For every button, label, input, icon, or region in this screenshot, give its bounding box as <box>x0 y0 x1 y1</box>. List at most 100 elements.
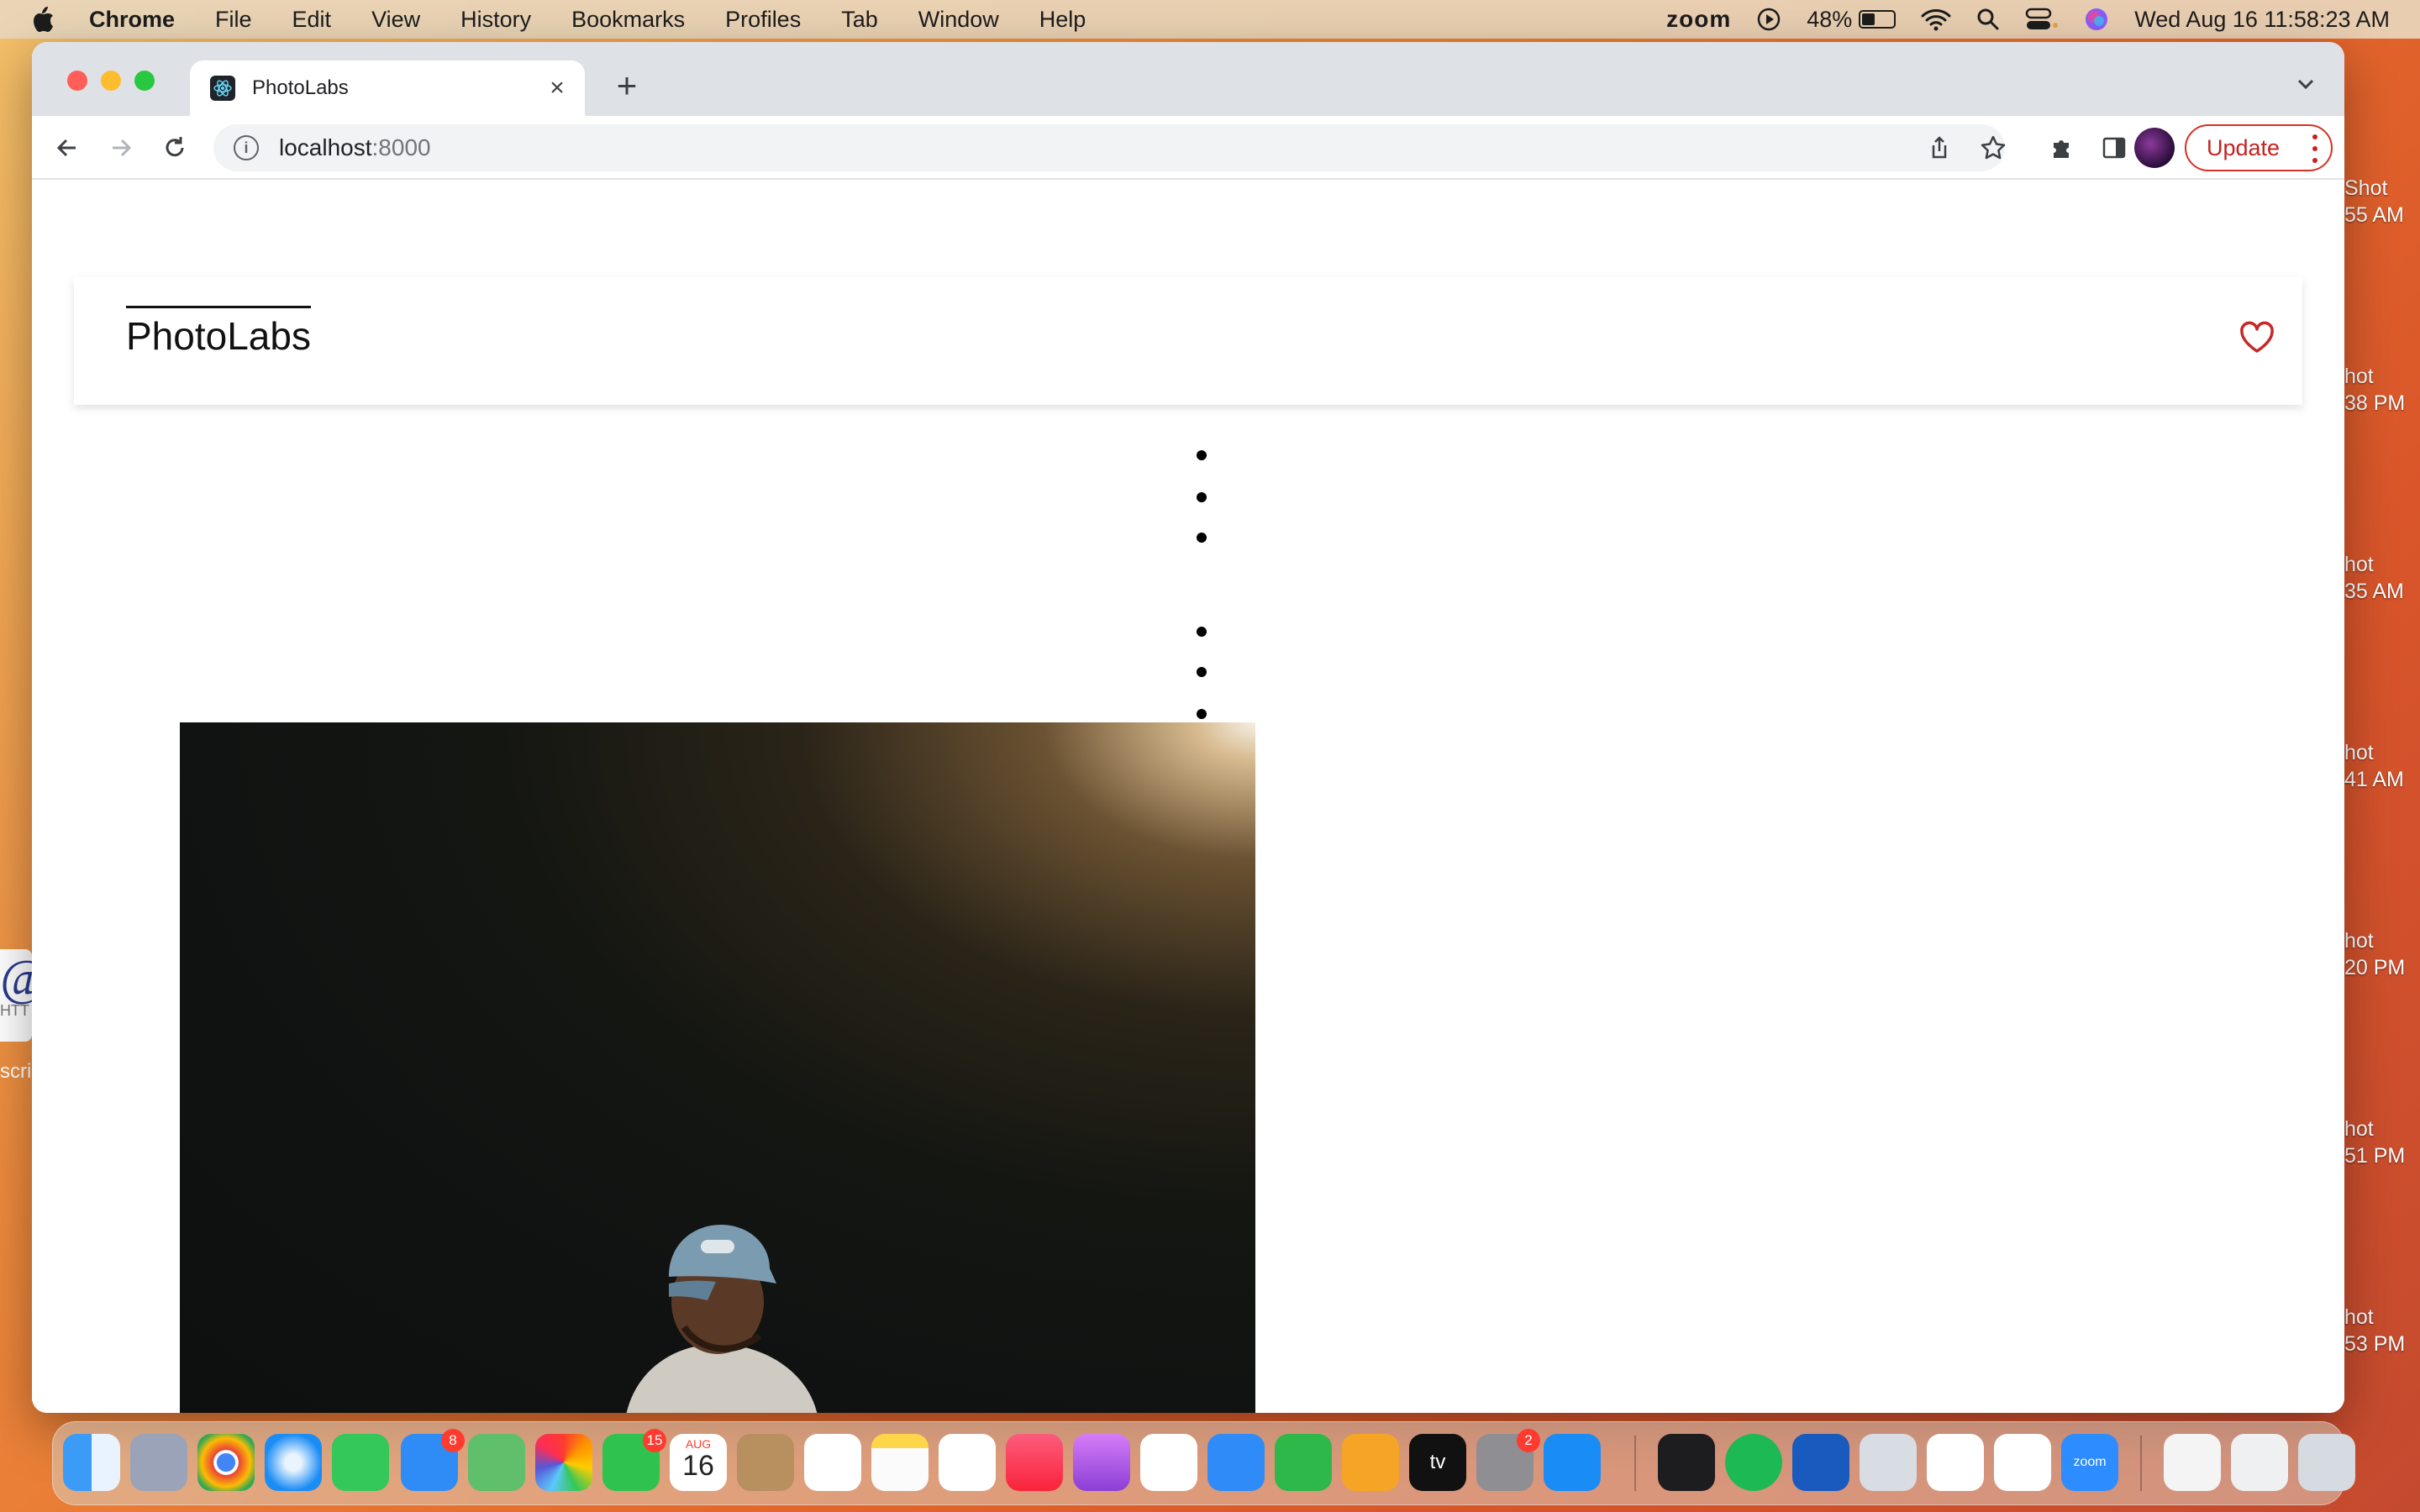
tab-photolabs[interactable]: PhotoLabs × <box>190 60 585 116</box>
photo-image[interactable] <box>180 722 1255 1413</box>
battery-status[interactable]: 48% <box>1807 7 1897 33</box>
pages-icon[interactable] <box>1342 1434 1399 1491</box>
spotlight-search-icon[interactable] <box>1976 8 2000 31</box>
maps-icon[interactable] <box>468 1434 525 1491</box>
menu-app-name[interactable]: Chrome <box>89 7 175 33</box>
bookmark-star-icon[interactable] <box>1976 131 2010 165</box>
menu-view[interactable]: View <box>371 7 420 33</box>
wifi-icon[interactable] <box>1921 8 1951 31</box>
desktop-file[interactable]: Shot 55 AM <box>2344 175 2420 228</box>
trash-icon[interactable] <box>2298 1434 2355 1491</box>
news-icon[interactable] <box>1140 1434 1197 1491</box>
facetime-icon[interactable]: 15 <box>602 1429 666 1491</box>
downloads-stack-icon[interactable] <box>2164 1434 2221 1491</box>
dock-separator <box>2140 1436 2142 1491</box>
desktop-file[interactable]: hot 38 PM <box>2344 363 2420 417</box>
favourites-heart-icon[interactable] <box>2237 318 2277 358</box>
calendar-icon[interactable]: AUG 16 <box>670 1434 727 1491</box>
vscode-insiders-icon[interactable] <box>1994 1434 2051 1491</box>
siri-icon[interactable] <box>2084 7 2109 32</box>
menu-window[interactable]: Window <box>918 7 999 33</box>
topic-list-item[interactable] <box>1197 492 1207 502</box>
documents-stack-icon[interactable] <box>2231 1434 2288 1491</box>
numbers-icon[interactable] <box>1275 1434 1332 1491</box>
back-arrow-icon <box>56 139 76 157</box>
contacts-icon[interactable] <box>737 1434 794 1491</box>
file-label: hot <box>2344 929 2374 953</box>
site-info-icon[interactable]: i <box>234 135 259 160</box>
messages-icon[interactable] <box>332 1434 389 1491</box>
notes-icon[interactable] <box>871 1434 929 1491</box>
finder-icon[interactable] <box>63 1434 120 1491</box>
menu-file[interactable]: File <box>215 7 252 33</box>
new-tab-button[interactable]: + <box>608 66 645 105</box>
podcasts-icon[interactable] <box>1073 1434 1130 1491</box>
menu-bookmarks[interactable]: Bookmarks <box>571 7 685 33</box>
url-host: localhost <box>279 134 372 160</box>
desktop-file[interactable]: hot 20 PM <box>2344 927 2420 981</box>
apple-tv-label: tv <box>1429 1451 1446 1473</box>
kebab-menu-icon[interactable] <box>2311 134 2319 163</box>
desktop-file[interactable]: hot 51 PM <box>2344 1116 2420 1169</box>
zoom-status-item[interactable]: zoom <box>1666 6 1731 33</box>
apple-tv-icon[interactable]: tv <box>1409 1434 1466 1491</box>
freeform-icon[interactable] <box>939 1434 996 1491</box>
topic-list-item[interactable] <box>1197 450 1207 460</box>
profile-avatar[interactable] <box>2134 128 2175 168</box>
system-settings-icon[interactable]: 2 <box>1476 1429 1540 1491</box>
desktop-screenshots: Shot 55 AM hot 38 PM hot 35 AM hot 41 AM hot… <box>2344 42 2420 1413</box>
peek-label-2: scri <box>0 1060 32 1083</box>
update-chrome-button[interactable]: Update <box>2185 124 2333 171</box>
word-icon[interactable] <box>1792 1434 1849 1491</box>
photolabs-logo[interactable]: PhotoLabs <box>126 306 311 358</box>
menu-profiles[interactable]: Profiles <box>725 7 801 33</box>
reload-button[interactable] <box>158 131 192 165</box>
menu-edit[interactable]: Edit <box>292 7 332 33</box>
vscode-icon[interactable] <box>1927 1434 1984 1491</box>
keynote-icon[interactable] <box>1207 1434 1265 1491</box>
desktop-file[interactable]: hot 53 PM <box>2344 1304 2420 1357</box>
photo-list-item[interactable] <box>1197 667 1207 677</box>
safari-icon[interactable] <box>265 1434 322 1491</box>
photos-icon[interactable] <box>535 1434 592 1491</box>
menu-clock[interactable]: Wed Aug 16 11:58:23 AM <box>2134 7 2390 33</box>
zoom-window-button[interactable] <box>134 71 155 91</box>
close-tab-icon[interactable]: × <box>544 74 570 102</box>
chrome-icon[interactable] <box>197 1434 255 1491</box>
forward-button[interactable] <box>104 131 138 165</box>
close-window-button[interactable] <box>67 71 87 91</box>
desktop-file[interactable]: hot 41 AM <box>2344 739 2420 793</box>
reminders-icon[interactable] <box>804 1434 861 1491</box>
menu-history[interactable]: History <box>460 7 531 33</box>
calendar-day: 16 <box>682 1450 714 1482</box>
spotify-icon[interactable] <box>1725 1434 1782 1491</box>
url-port: :8000 <box>371 134 431 160</box>
menu-tab[interactable]: Tab <box>841 7 878 33</box>
launchpad-icon[interactable] <box>130 1434 187 1491</box>
photo-list-item[interactable] <box>1197 627 1207 637</box>
extensions-puzzle-icon[interactable] <box>2045 131 2079 165</box>
control-center-icon[interactable] <box>2025 7 2059 32</box>
apple-icon[interactable] <box>30 5 59 34</box>
zoom-app-icon[interactable]: zoom <box>2061 1434 2118 1491</box>
app-store-icon[interactable] <box>1544 1434 1601 1491</box>
music-icon[interactable] <box>1006 1434 1063 1491</box>
address-bar[interactable]: i localhost:8000 <box>213 124 2005 171</box>
menu-bar: Chrome File Edit View History Bookmarks … <box>0 0 2420 39</box>
minimize-window-button[interactable] <box>101 71 121 91</box>
photo-list-item[interactable] <box>1197 709 1207 719</box>
play-icon[interactable] <box>1756 7 1781 32</box>
back-button[interactable] <box>50 131 84 165</box>
settings-badge: 2 <box>1517 1429 1540 1452</box>
dock-separator <box>1634 1436 1636 1491</box>
menu-help[interactable]: Help <box>1039 7 1086 33</box>
terminal-icon[interactable] <box>1658 1434 1715 1491</box>
battery-level-fill <box>1862 13 1876 25</box>
desktop-file[interactable]: hot 35 AM <box>2344 551 2420 605</box>
share-icon[interactable] <box>1923 131 1956 165</box>
mail-icon[interactable]: 8 <box>401 1429 465 1491</box>
tab-search-chevron-icon[interactable] <box>2292 71 2319 97</box>
preview-icon[interactable] <box>1860 1434 1917 1491</box>
topic-list-item[interactable] <box>1197 533 1207 543</box>
side-panel-icon[interactable] <box>2097 131 2131 165</box>
